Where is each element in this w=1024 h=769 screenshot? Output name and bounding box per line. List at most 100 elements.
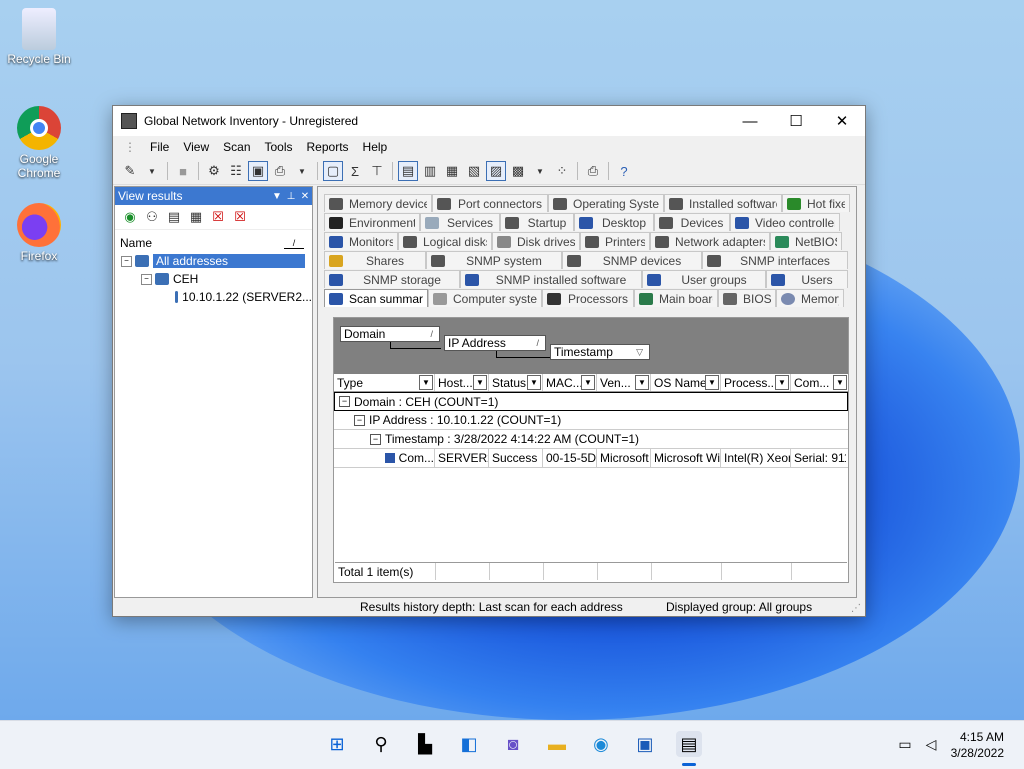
computers-icon[interactable]: ⚙	[204, 161, 224, 181]
tab-computer-system[interactable]: Computer system	[428, 289, 542, 307]
tab-users[interactable]: Users	[766, 270, 848, 288]
filter-dropdown-icon[interactable]: ▼	[775, 375, 789, 390]
stop-icon[interactable]: ■	[173, 161, 193, 181]
tab-processors[interactable]: Processors	[542, 289, 634, 307]
filter-dropdown-icon[interactable]: ▼	[473, 375, 487, 390]
tab-memory-devices[interactable]: Memory devices	[324, 194, 432, 212]
group-chip-timestamp[interactable]: Timestamp ▽	[550, 344, 650, 360]
color-grid-icon[interactable]: ⁘	[552, 161, 572, 181]
export-icon[interactable]: ⎙	[270, 161, 290, 181]
network-icon[interactable]: ☷	[226, 161, 246, 181]
clipboard-icon[interactable]: ▤	[164, 207, 184, 227]
tab-devices[interactable]: Devices	[654, 213, 730, 231]
tab-user-groups[interactable]: User groups	[642, 270, 766, 288]
layout-1-icon[interactable]: ▤	[398, 161, 418, 181]
gni-taskbar-icon[interactable]: ▤	[676, 731, 702, 757]
tab-memory[interactable]: Memory	[776, 289, 844, 307]
tab-logical-disks[interactable]: Logical disks	[398, 232, 492, 250]
window-icon[interactable]: ▣	[248, 161, 268, 181]
filter-dropdown-icon[interactable]: ▼	[833, 375, 847, 390]
tab-snmp-installed-software[interactable]: SNMP installed software	[460, 270, 642, 288]
tab-desktop[interactable]: Desktop	[574, 213, 654, 231]
resize-grip-icon[interactable]: ⋰	[851, 603, 861, 614]
widgets-icon[interactable]: ◧	[456, 731, 482, 757]
task-view-icon[interactable]: ▙	[412, 731, 438, 757]
columns-icon[interactable]: ▩	[508, 161, 528, 181]
tab-main-board[interactable]: Main board	[634, 289, 718, 307]
tab-monitors[interactable]: Monitors	[324, 232, 398, 250]
tab-operating-system[interactable]: Operating System	[548, 194, 664, 212]
col-computer[interactable]: Com... ▼	[791, 374, 848, 391]
menu-tools[interactable]: Tools	[258, 140, 300, 154]
layout-5-icon[interactable]: ▨	[486, 161, 506, 181]
panel-close-icon[interactable]: ✕	[298, 191, 312, 202]
tab-netbios[interactable]: NetBIOS	[770, 232, 842, 250]
column-header[interactable]: Name /	[115, 234, 312, 252]
col-processor[interactable]: Process... ▼	[721, 374, 791, 391]
print-icon[interactable]: ⎙	[583, 161, 603, 181]
network-status-icon[interactable]: ▭	[892, 731, 918, 757]
layout-4-icon[interactable]: ▧	[464, 161, 484, 181]
filter-dropdown-icon[interactable]: ▼	[705, 375, 719, 390]
layout-2-icon[interactable]: ▥	[420, 161, 440, 181]
tab-scan-summary[interactable]: Scan summary	[324, 289, 428, 307]
delete-icon[interactable]: ☒	[208, 207, 228, 227]
tab-startup[interactable]: Startup	[500, 213, 574, 231]
store-icon[interactable]: ▣	[632, 731, 658, 757]
maximize-button[interactable]: ☐	[773, 106, 819, 136]
group-row-ip[interactable]: − IP Address : 10.10.1.22 (COUNT=1)	[334, 411, 848, 430]
desktop-icon-recycle-bin[interactable]: Recycle Bin	[4, 8, 74, 66]
collapse-icon[interactable]: −	[354, 414, 365, 426]
collapse-icon[interactable]: −	[121, 255, 132, 267]
group-icon[interactable]: ⚇	[142, 207, 162, 227]
layout-3-icon[interactable]: ▦	[442, 161, 462, 181]
menu-scan[interactable]: Scan	[216, 140, 257, 154]
menu-file[interactable]: File	[143, 140, 176, 154]
clock[interactable]: 4:15 AM 3/28/2022	[951, 729, 1004, 761]
collapse-icon[interactable]: −	[141, 273, 152, 285]
start-icon[interactable]: ⊞	[324, 731, 350, 757]
dropdown-arrow-icon[interactable]: ▼	[292, 161, 312, 181]
collapse-icon[interactable]: −	[370, 433, 381, 445]
tab-environment[interactable]: Environment	[324, 213, 420, 231]
collapse-icon[interactable]: −	[339, 396, 350, 407]
col-mac[interactable]: MAC... ▼	[543, 374, 597, 391]
col-status[interactable]: Status ▼	[489, 374, 543, 391]
filter-dropdown-icon[interactable]: ▼	[527, 375, 541, 390]
tab-network-adapters[interactable]: Network adapters	[650, 232, 770, 250]
minimize-button[interactable]: —	[727, 106, 773, 136]
tree-node-all-addresses[interactable]: − All addresses	[115, 252, 312, 270]
search-icon[interactable]: ⚲	[368, 731, 394, 757]
tab-printers[interactable]: Printers	[580, 232, 650, 250]
tab-snmp-system[interactable]: SNMP system	[426, 251, 562, 269]
tab-disk-drives[interactable]: Disk drives	[492, 232, 580, 250]
close-button[interactable]: ✕	[819, 106, 865, 136]
edge-icon[interactable]: ◉	[588, 731, 614, 757]
filter-dropdown-icon[interactable]: ▼	[635, 375, 649, 390]
delete-all-icon[interactable]: ☒	[230, 207, 250, 227]
tab-snmp-devices[interactable]: SNMP devices	[562, 251, 702, 269]
menu-help[interactable]: Help	[356, 140, 395, 154]
tab-bios[interactable]: BIOS	[718, 289, 776, 307]
tab-hot-fixes[interactable]: Hot fixes	[782, 194, 850, 212]
filter-dropdown-icon[interactable]: ▼	[419, 375, 433, 390]
tab-services[interactable]: Services	[420, 213, 500, 231]
view-toggle-icon[interactable]: ▢	[323, 161, 343, 181]
volume-muted-icon[interactable]: ◁	[918, 731, 944, 757]
table-row[interactable]: Com... SERVER2 Success 00-15-5D-I Micros…	[334, 449, 848, 468]
col-host[interactable]: Host... ▼	[435, 374, 489, 391]
chat-icon[interactable]: ◙	[500, 731, 526, 757]
title-bar[interactable]: Global Network Inventory - Unregistered …	[113, 106, 865, 136]
group-chip-domain[interactable]: Domain /	[340, 326, 440, 342]
filter-icon[interactable]: ⊤	[367, 161, 387, 181]
tab-shares[interactable]: Shares	[324, 251, 426, 269]
col-vendor[interactable]: Ven... ▼	[597, 374, 651, 391]
help-icon[interactable]: ?	[614, 161, 634, 181]
tree-node-domain[interactable]: − CEH	[115, 270, 312, 288]
add-address-icon[interactable]: ◉	[120, 207, 140, 227]
tab-snmp-storage[interactable]: SNMP storage	[324, 270, 460, 288]
tab-snmp-interfaces[interactable]: SNMP interfaces	[702, 251, 848, 269]
file-explorer-icon[interactable]: ▬	[544, 731, 570, 757]
menu-reports[interactable]: Reports	[300, 140, 356, 154]
tree-node-host[interactable]: 10.10.1.22 (SERVER2...	[115, 288, 312, 306]
